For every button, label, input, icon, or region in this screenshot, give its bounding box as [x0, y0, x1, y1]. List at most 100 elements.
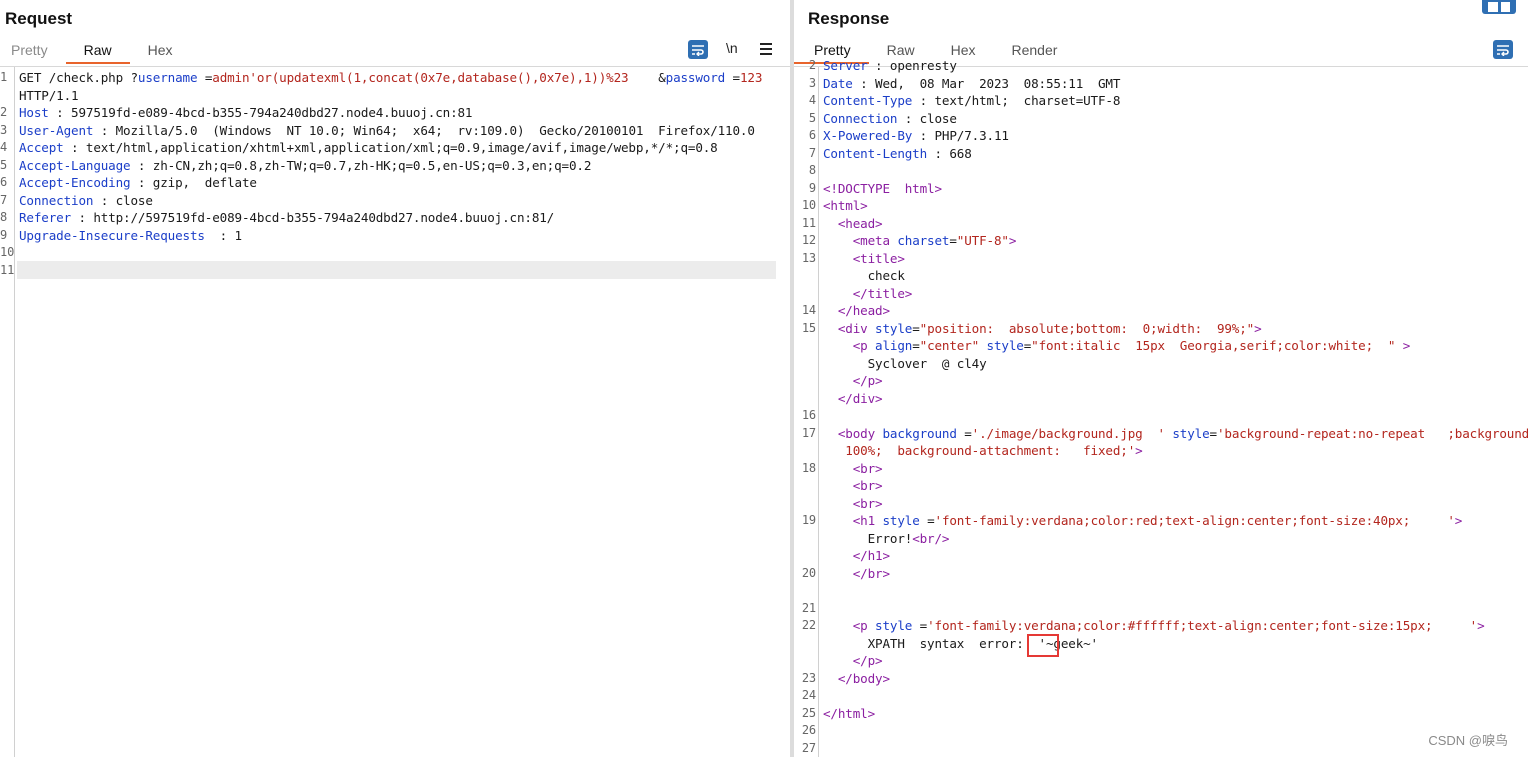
- line-number: 14: [801, 303, 816, 317]
- code-token: style: [986, 338, 1024, 353]
- response-editor[interactable]: 2 Server : openresty 3 Date : Wed, 08 Mar 2…: [794, 58, 1528, 757]
- request-tab-raw[interactable]: Raw: [65, 38, 130, 64]
- code-line: 100%; background-attachment: fixed;'>: [794, 442, 1528, 460]
- code-token: >: [1135, 443, 1143, 458]
- code-line: 11 <head>: [794, 215, 1528, 233]
- code-token: =: [725, 70, 741, 85]
- code-line: 1 GET /check.php ?username =admin'or(upda…: [0, 69, 790, 87]
- code-token: </br>: [852, 565, 890, 581]
- code-token: : openresty: [867, 58, 957, 73]
- code-text: Syclover @ cl4y: [823, 355, 987, 373]
- line-number: 5: [808, 110, 816, 125]
- code-token: <h1: [852, 513, 883, 528]
- request-tabs: Pretty Raw Hex: [0, 38, 191, 64]
- code-token: >: [1254, 320, 1262, 336]
- code-text: </p>: [823, 372, 883, 390]
- code-token: </div>: [837, 390, 883, 406]
- code-line: 10 <html>: [794, 197, 1528, 215]
- request-tab-pretty[interactable]: Pretty: [0, 38, 66, 62]
- code-token: </p>: [852, 373, 883, 388]
- code-line: 9 Upgrade-Insecure-Requests : 1: [0, 227, 790, 245]
- code-token: Referer: [19, 210, 72, 225]
- request-menu-icon[interactable]: [760, 43, 772, 58]
- code-text: Server : openresty: [823, 57, 957, 75]
- code-token: </title>: [852, 285, 913, 301]
- code-text: Connection : close: [823, 110, 957, 128]
- code-token: <html>: [823, 198, 868, 213]
- code-token: <div: [837, 320, 876, 336]
- response-title: Response: [808, 9, 890, 28]
- code-token: 'font-family:verdana;color:red;text-alig…: [934, 513, 1455, 528]
- code-token: &: [628, 70, 666, 85]
- code-line: 27: [794, 740, 1528, 757]
- code-token: Upgrade-Insecure-Requests: [19, 227, 205, 243]
- code-line: HTTP/1.1: [0, 87, 790, 105]
- line-number: 13: [801, 250, 816, 265]
- code-token: : text/html; charset=UTF-8: [912, 93, 1121, 108]
- code-text: </div>: [823, 390, 883, 408]
- request-editor[interactable]: 1 GET /check.php ?username =admin'or(upda…: [0, 66, 790, 757]
- line-number: 7: [808, 145, 816, 160]
- code-text: <br>: [823, 495, 883, 513]
- code-line: </title>: [794, 285, 1528, 303]
- request-wrap-lines-icon[interactable]: [688, 40, 708, 59]
- request-newline-toggle[interactable]: \n: [726, 40, 738, 56]
- code-text: <p align="center" style="font:italic 15p…: [823, 337, 1411, 355]
- code-token: =: [912, 320, 920, 336]
- code-token: : close: [93, 192, 153, 208]
- code-token: <br>: [852, 495, 883, 511]
- code-token: "UTF-8": [956, 233, 1009, 248]
- code-line: <br>: [794, 477, 1528, 495]
- code-token: Host: [19, 105, 49, 120]
- code-token: =: [912, 618, 928, 633]
- code-token: HTTP/1.1: [19, 87, 79, 103]
- code-text: <title>: [823, 250, 905, 268]
- code-token: : http://597519fd-e089-4bcd-b355-794a240…: [71, 210, 555, 225]
- code-token: background: [882, 425, 957, 441]
- code-token: <meta: [852, 233, 898, 248]
- layout-toggle-icon[interactable]: [1482, 0, 1516, 14]
- code-token: <body: [837, 425, 883, 441]
- code-token: : 668: [927, 145, 972, 161]
- line-number: 1: [0, 70, 8, 84]
- code-token: "center": [919, 338, 980, 353]
- code-token: : 1: [204, 227, 242, 243]
- code-token: : Mozilla/5.0 (Windows NT 10.0; Win64; x…: [93, 122, 755, 138]
- code-token: </p>: [852, 653, 883, 668]
- code-line: 8 Referer : http://597519fd-e089-4bcd-b35…: [0, 209, 790, 227]
- code-line: 5 Accept-Language : zh-CN,zh;q=0.8,zh-TW;…: [0, 157, 790, 175]
- line-number: 17: [801, 425, 816, 440]
- code-line: </p>: [794, 372, 1528, 390]
- code-token: Accept-Encoding: [19, 175, 131, 190]
- line-number: 6: [0, 175, 8, 189]
- code-token: Content-Length: [823, 145, 928, 161]
- code-token: Accept: [19, 140, 64, 155]
- code-token: Content-Type: [823, 93, 913, 108]
- code-token: Accept-Language: [19, 157, 131, 173]
- code-text: <!DOCTYPE html>: [823, 180, 942, 198]
- code-line: XPATH syntax error: '~geek~': [794, 635, 1528, 653]
- code-line: 17 <body background ='./image/background…: [794, 425, 1528, 443]
- code-token: <br>: [852, 460, 883, 476]
- code-token: <br>: [852, 478, 883, 493]
- code-line: <br>: [794, 495, 1528, 513]
- line-number: 19: [801, 513, 816, 527]
- request-tab-hex[interactable]: Hex: [130, 38, 191, 62]
- code-line: 9 <!DOCTYPE html>: [794, 180, 1528, 198]
- code-line: 7 Connection : close: [0, 192, 790, 210]
- code-line: 10: [0, 244, 790, 262]
- code-token: <p: [852, 338, 876, 353]
- code-line: 2 Server : openresty: [794, 57, 1528, 75]
